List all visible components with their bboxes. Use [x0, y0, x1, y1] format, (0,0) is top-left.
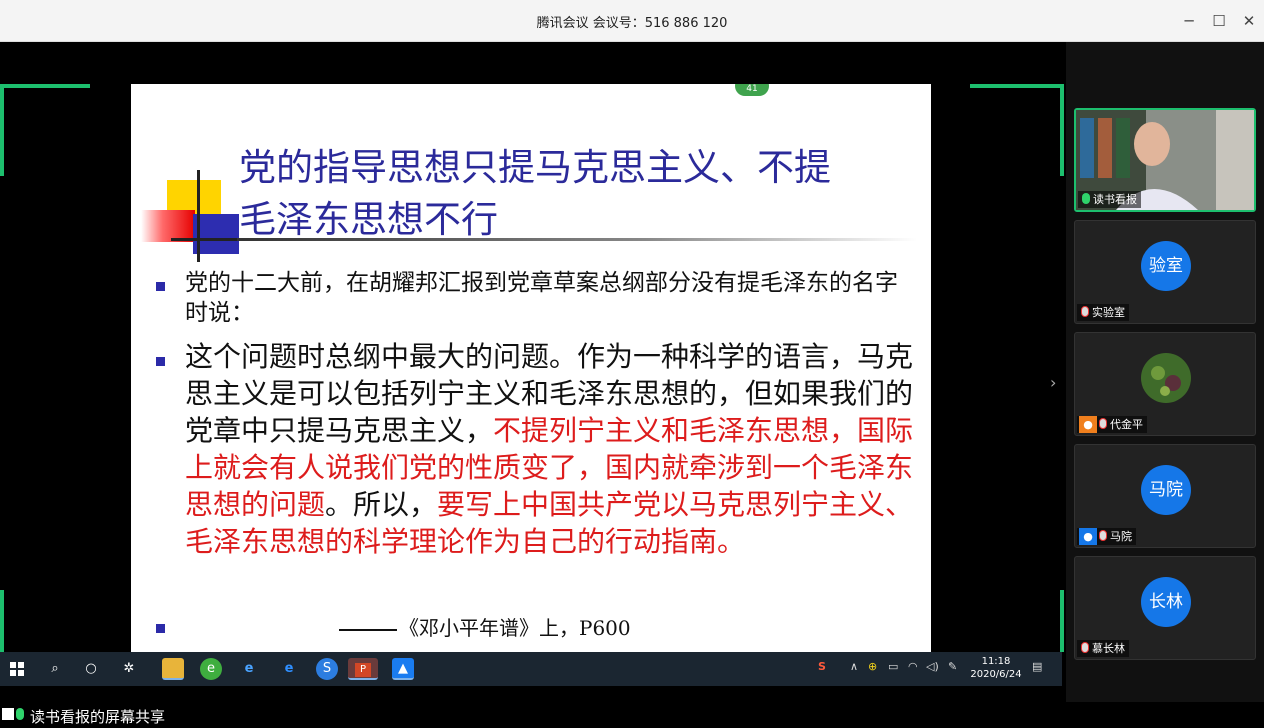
participant-nametag: 读书看报 [1078, 191, 1141, 208]
user-icon: ● [1079, 416, 1097, 433]
share-frame-corner [1060, 590, 1064, 652]
share-frame-corner [1060, 84, 1064, 176]
start-icon[interactable] [6, 658, 28, 680]
powerpoint-icon[interactable]: P [348, 658, 378, 680]
bullet-marker [156, 624, 165, 633]
pen-icon[interactable]: ✎ [948, 660, 957, 673]
avatar: 马院 [1141, 465, 1191, 515]
ie-icon[interactable]: e [238, 658, 260, 680]
task-view-icon[interactable]: ✲ [118, 658, 140, 680]
mic-on-icon [1082, 193, 1090, 204]
slide-decoration [197, 170, 200, 262]
share-frame-corner [970, 84, 1064, 88]
participant-name: 马院 [1110, 530, 1132, 543]
tray-plus-icon[interactable]: ⊕ [868, 660, 877, 673]
mic-muted-icon [1081, 306, 1089, 317]
maximize-button[interactable]: ☐ [1208, 10, 1230, 32]
slide-title-line: 毛泽东思想不行 [239, 198, 498, 241]
avatar [1141, 353, 1191, 403]
participant-name: 慕长林 [1092, 642, 1125, 655]
participant-tile[interactable]: 读书看报 [1074, 108, 1256, 212]
cortana-icon[interactable]: ○ [80, 658, 102, 680]
participant-tile[interactable]: 验室 实验室 [1074, 220, 1256, 324]
slide-bullet-text: 党的十二大前，在胡耀邦汇报到党章草案总纲部分没有提毛泽东的名字时说： [185, 270, 898, 326]
share-frame-corner [0, 590, 4, 652]
shared-screen: 41 党的指导思想只提马克思主义、不提 毛泽东思想不行 党的十二大前，在胡耀邦汇… [0, 42, 1066, 702]
battery-icon[interactable]: ▭ [888, 660, 898, 673]
user-icon: ● [1079, 528, 1097, 545]
file-explorer-icon[interactable] [162, 658, 184, 680]
slide-title-line: 党的指导思想只提马克思主义、不提 [239, 146, 831, 189]
presentation-slide: 41 党的指导思想只提马克思主义、不提 毛泽东思想不行 党的十二大前，在胡耀邦汇… [131, 84, 931, 654]
notification-icon[interactable]: ▤ [1032, 660, 1042, 673]
bullet-marker [156, 282, 165, 291]
quote-text: 。所以， [325, 488, 438, 521]
avatar: 验室 [1141, 241, 1191, 291]
title-bar: 腾讯会议 会议号：516 886 120 ─ ☐ ✕ [0, 0, 1264, 42]
participant-nametag: 实验室 [1077, 304, 1129, 321]
chevron-right-icon[interactable]: › [1050, 373, 1056, 392]
mic-muted-icon [1099, 418, 1107, 429]
screen-share-icon [2, 708, 14, 720]
slide-citation: 《邓小平年谱》上，P600 [339, 612, 631, 641]
citation-text: 《邓小平年谱》上，P600 [399, 616, 631, 640]
participant-name: 实验室 [1092, 306, 1125, 319]
participant-nametag: ● 马院 [1077, 528, 1136, 545]
taskbar-clock[interactable]: 11:18 2020/6/24 [968, 655, 1024, 681]
share-status-text: 读书看报的屏幕共享 [30, 708, 166, 726]
participant-tile[interactable]: ● 代金平 [1074, 332, 1256, 436]
participant-name: 读书看报 [1093, 193, 1137, 206]
share-status-bar: 读书看报的屏幕共享 [0, 702, 1264, 728]
meeting-window: 腾讯会议 会议号：516 886 120 ─ ☐ ✕ 41 党的指导思想只提马克… [0, 0, 1264, 728]
slide-bullet-quote: 这个问题时总纲中最大的问题。作为一种科学的语言，马克思主义是可以包括列宁主义和毛… [185, 338, 915, 560]
bullet-marker [156, 357, 165, 366]
sogou-input-icon[interactable]: S [818, 660, 826, 673]
volume-icon[interactable]: ◁) [926, 660, 939, 673]
participant-name: 代金平 [1110, 418, 1143, 431]
slide-title: 党的指导思想只提马克思主义、不提 毛泽东思想不行 [239, 142, 919, 246]
clock-time: 11:18 [981, 656, 1011, 667]
mic-muted-icon [1081, 642, 1089, 653]
edge-icon[interactable]: e [278, 658, 300, 680]
wifi-icon[interactable]: ◠ [908, 660, 918, 673]
participant-nametag: ● 代金平 [1077, 416, 1147, 433]
shared-taskbar: ⌕ ○ ✲ e e e S P ▲ S ∧ ⊕ ▭ ◠ ◁) ✎ 11:18 2… [0, 652, 1062, 686]
slide-page-badge: 41 [735, 84, 769, 96]
participant-nametag: 慕长林 [1077, 640, 1129, 657]
citation-dash [339, 628, 397, 631]
participant-panel: 读书看报 验室 实验室 ● 代金平 马院 ● 马院 长林 慕长林 [1066, 42, 1264, 702]
tencent-meeting-icon[interactable]: ▲ [392, 658, 414, 680]
mic-muted-icon [1099, 530, 1107, 541]
clock-date: 2020/6/24 [970, 669, 1022, 680]
window-title: 腾讯会议 会议号：516 886 120 [536, 16, 728, 31]
close-button[interactable]: ✕ [1238, 10, 1260, 32]
sogou-browser-icon[interactable]: S [316, 658, 338, 680]
participant-tile[interactable]: 马院 ● 马院 [1074, 444, 1256, 548]
search-icon[interactable]: ⌕ [44, 658, 66, 680]
chevron-up-icon[interactable]: ∧ [850, 660, 858, 673]
mic-on-icon [16, 708, 24, 720]
share-frame-corner [0, 84, 4, 176]
share-frame-corner [0, 84, 90, 88]
avatar: 长林 [1141, 577, 1191, 627]
minimize-button[interactable]: ─ [1178, 10, 1200, 32]
browser-360-icon[interactable]: e [200, 658, 222, 680]
participant-tile[interactable]: 长林 慕长林 [1074, 556, 1256, 660]
